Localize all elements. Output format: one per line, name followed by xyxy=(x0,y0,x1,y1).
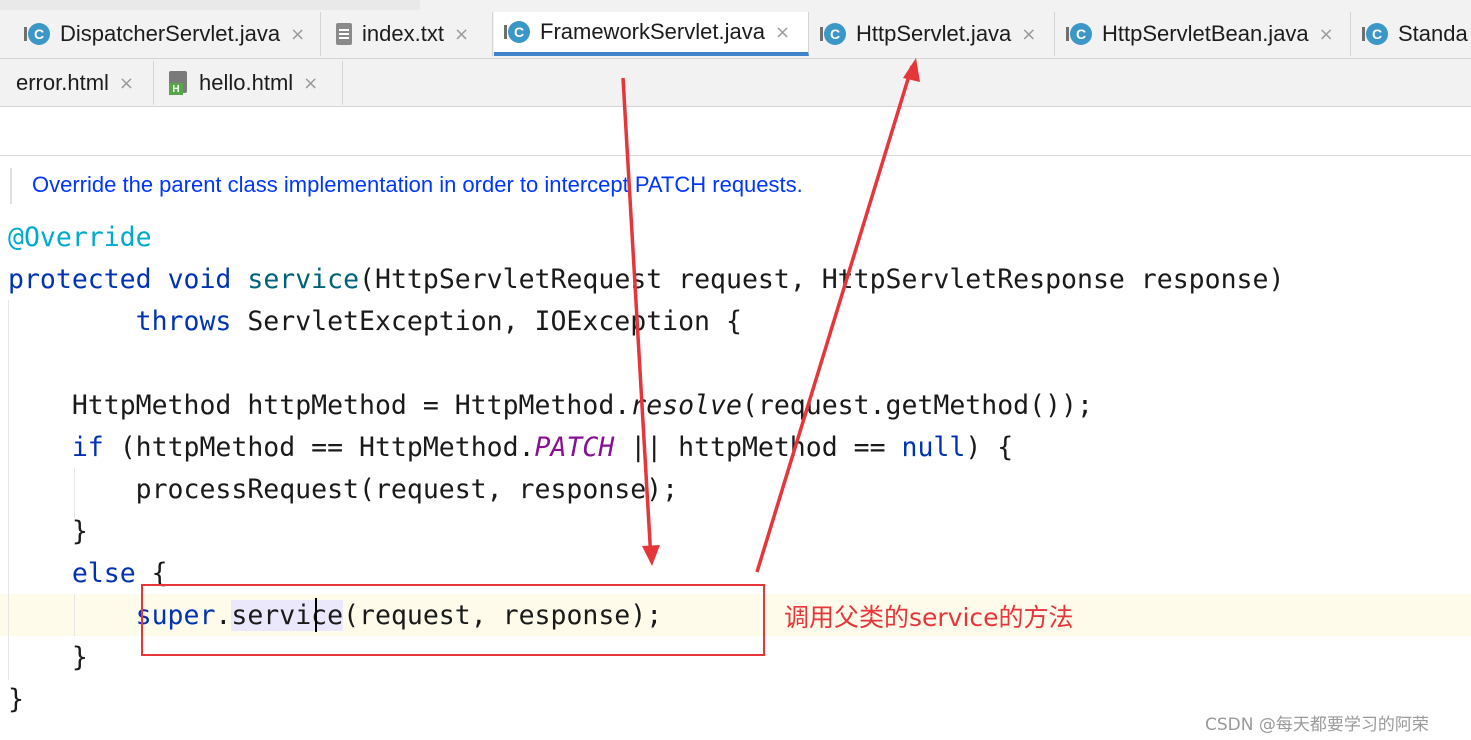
tab-label: DispatcherServlet.java xyxy=(60,21,281,46)
tab-label: HttpServlet.java xyxy=(856,21,1012,46)
doc-comment-bar xyxy=(10,168,12,204)
code-line-throws: throws ServletException, IOException { xyxy=(135,306,742,337)
tab-httpservlet[interactable]: C HttpServlet.java × xyxy=(810,12,1055,56)
tab-httpservletbean[interactable]: C HttpServletBean.java × xyxy=(1056,12,1351,56)
code-line-signature: protected void service(HttpServletReques… xyxy=(8,264,1285,295)
html-file-icon: H xyxy=(169,71,189,95)
close-icon[interactable]: × xyxy=(775,22,790,43)
close-icon[interactable]: × xyxy=(1319,24,1334,45)
tab-label: HttpServletBean.java xyxy=(1102,21,1309,46)
annotation-note: 调用父类的service的方法 xyxy=(784,603,1074,632)
tab-bar-overflow xyxy=(0,0,420,10)
watermark: CSDN @每天都要学习的阿荣 xyxy=(1205,715,1429,735)
code-line-processrequest: processRequest(request, response); xyxy=(135,474,679,505)
tab-dispatcherservlet[interactable]: C DispatcherServlet.java × xyxy=(14,12,321,56)
class-icon: C xyxy=(24,23,50,45)
class-icon: C xyxy=(504,21,530,43)
tab-error-html[interactable]: error.html × xyxy=(0,61,154,105)
tab-standard[interactable]: C Standa xyxy=(1352,12,1471,56)
class-icon: C xyxy=(820,23,846,45)
doc-comment: Override the parent class implementation… xyxy=(32,172,803,197)
code-line-close-method: } xyxy=(8,684,24,715)
highlight-box xyxy=(141,584,765,656)
text-file-icon xyxy=(336,23,352,45)
tab-label: FrameworkServlet.java xyxy=(540,19,765,44)
code-line-close-if: } xyxy=(71,516,88,547)
tab-index-txt[interactable]: index.txt × xyxy=(322,12,493,56)
tab-label: index.txt xyxy=(362,21,444,46)
class-icon: C xyxy=(1066,23,1092,45)
code-line-close-else: } xyxy=(71,642,88,673)
editor-tab-bar-row2: error.html × H hello.html × xyxy=(0,59,1471,107)
fold-separator xyxy=(0,155,1471,156)
class-icon: C xyxy=(1362,23,1388,45)
html-badge: H xyxy=(169,83,183,95)
tab-label: error.html xyxy=(16,70,109,95)
close-icon[interactable]: × xyxy=(290,24,305,45)
close-icon[interactable]: × xyxy=(454,24,469,45)
code-line-if: if (httpMethod == HttpMethod.PATCH || ht… xyxy=(71,432,1014,463)
close-icon[interactable]: × xyxy=(1021,24,1036,45)
close-icon[interactable]: × xyxy=(303,73,318,94)
tab-label: Standa xyxy=(1398,21,1468,46)
tab-hello-html[interactable]: H hello.html × xyxy=(155,61,343,105)
editor-tab-bar: C DispatcherServlet.java × index.txt × C… xyxy=(0,0,1471,59)
tab-frameworkservlet[interactable]: C FrameworkServlet.java × xyxy=(494,12,809,56)
code-line-resolve: HttpMethod httpMethod = HttpMethod.resol… xyxy=(71,390,1093,421)
code-line-annotation: @Override xyxy=(8,222,152,253)
tab-label: hello.html xyxy=(199,70,294,95)
close-icon[interactable]: × xyxy=(119,73,134,94)
